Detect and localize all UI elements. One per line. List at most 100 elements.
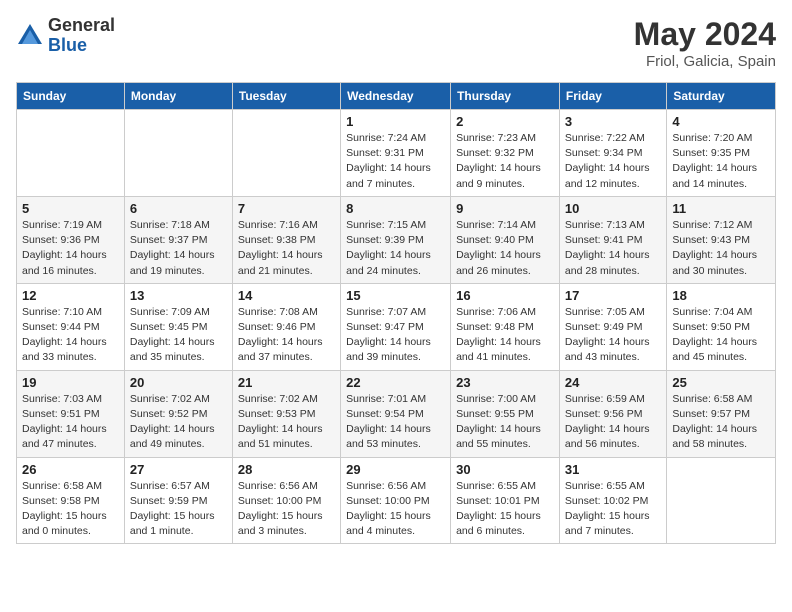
- day-info: Sunrise: 7:15 AM Sunset: 9:39 PM Dayligh…: [346, 218, 445, 279]
- calendar-cell: 22 Sunrise: 7:01 AM Sunset: 9:54 PM Dayli…: [341, 370, 451, 457]
- weekday-header: Wednesday: [341, 83, 451, 110]
- calendar-cell: 24 Sunrise: 6:59 AM Sunset: 9:56 PM Dayli…: [559, 370, 666, 457]
- day-info: Sunrise: 7:16 AM Sunset: 9:38 PM Dayligh…: [238, 218, 335, 279]
- calendar-week-row: 12 Sunrise: 7:10 AM Sunset: 9:44 PM Dayli…: [17, 283, 776, 370]
- day-number: 23: [456, 375, 554, 390]
- day-info: Sunrise: 7:04 AM Sunset: 9:50 PM Dayligh…: [672, 305, 770, 366]
- calendar-cell: 17 Sunrise: 7:05 AM Sunset: 9:49 PM Dayli…: [559, 283, 666, 370]
- logo: General Blue: [16, 16, 115, 56]
- day-info: Sunrise: 6:55 AM Sunset: 10:02 PM Daylig…: [565, 479, 661, 540]
- day-info: Sunrise: 7:14 AM Sunset: 9:40 PM Dayligh…: [456, 218, 554, 279]
- calendar-cell: 20Sunrise: 7:02 AM Sunset: 9:52 PM Dayli…: [124, 370, 232, 457]
- day-number: 10: [565, 201, 661, 216]
- day-info: Sunrise: 7:13 AM Sunset: 9:41 PM Dayligh…: [565, 218, 661, 279]
- logo-general-text: General: [48, 16, 115, 36]
- day-info: Sunrise: 6:58 AM Sunset: 9:58 PM Dayligh…: [22, 479, 119, 540]
- calendar-cell: 3Sunrise: 7:22 AM Sunset: 9:34 PM Daylig…: [559, 110, 666, 197]
- day-number: 2: [456, 114, 554, 129]
- logo-blue-text: Blue: [48, 36, 115, 56]
- calendar-cell: 6 Sunrise: 7:18 AM Sunset: 9:37 PM Daylig…: [124, 196, 232, 283]
- day-number: 25: [672, 375, 770, 390]
- calendar-cell: 21Sunrise: 7:02 AM Sunset: 9:53 PM Dayli…: [232, 370, 340, 457]
- calendar-cell: 4 Sunrise: 7:20 AM Sunset: 9:35 PM Daylig…: [667, 110, 776, 197]
- calendar-cell: 29Sunrise: 6:56 AM Sunset: 10:00 PM Dayl…: [341, 457, 451, 544]
- day-number: 15: [346, 288, 445, 303]
- day-number: 24: [565, 375, 661, 390]
- calendar-cell: 23 Sunrise: 7:00 AM Sunset: 9:55 PM Dayli…: [451, 370, 560, 457]
- day-number: 7: [238, 201, 335, 216]
- calendar-cell: 28Sunrise: 6:56 AM Sunset: 10:00 PM Dayl…: [232, 457, 340, 544]
- calendar-cell: 10 Sunrise: 7:13 AM Sunset: 9:41 PM Dayli…: [559, 196, 666, 283]
- month-year: May 2024: [634, 16, 776, 53]
- day-info: Sunrise: 6:58 AM Sunset: 9:57 PM Dayligh…: [672, 392, 770, 453]
- day-info: Sunrise: 7:01 AM Sunset: 9:54 PM Dayligh…: [346, 392, 445, 453]
- day-info: Sunrise: 7:05 AM Sunset: 9:49 PM Dayligh…: [565, 305, 661, 366]
- day-info: Sunrise: 7:06 AM Sunset: 9:48 PM Dayligh…: [456, 305, 554, 366]
- weekday-header: Monday: [124, 83, 232, 110]
- calendar-body: 1Sunrise: 7:24 AM Sunset: 9:31 PM Daylig…: [17, 110, 776, 544]
- calendar-cell: [667, 457, 776, 544]
- day-number: 4: [672, 114, 770, 129]
- day-info: Sunrise: 7:07 AM Sunset: 9:47 PM Dayligh…: [346, 305, 445, 366]
- day-info: Sunrise: 7:18 AM Sunset: 9:37 PM Dayligh…: [130, 218, 227, 279]
- calendar-week-row: 19 Sunrise: 7:03 AM Sunset: 9:51 PM Dayli…: [17, 370, 776, 457]
- calendar-week-row: 26 Sunrise: 6:58 AM Sunset: 9:58 PM Dayli…: [17, 457, 776, 544]
- calendar-cell: 19 Sunrise: 7:03 AM Sunset: 9:51 PM Dayli…: [17, 370, 125, 457]
- day-number: 16: [456, 288, 554, 303]
- calendar-cell: 7 Sunrise: 7:16 AM Sunset: 9:38 PM Daylig…: [232, 196, 340, 283]
- calendar-cell: [124, 110, 232, 197]
- title-block: May 2024 Friol, Galicia, Spain: [634, 16, 776, 70]
- calendar-cell: 27 Sunrise: 6:57 AM Sunset: 9:59 PM Dayli…: [124, 457, 232, 544]
- day-number: 22: [346, 375, 445, 390]
- calendar-week-row: 1Sunrise: 7:24 AM Sunset: 9:31 PM Daylig…: [17, 110, 776, 197]
- day-number: 27: [130, 462, 227, 477]
- logo-icon: [16, 22, 44, 50]
- page-header: General Blue May 2024 Friol, Galicia, Sp…: [16, 16, 776, 70]
- calendar-cell: 1Sunrise: 7:24 AM Sunset: 9:31 PM Daylig…: [341, 110, 451, 197]
- day-info: Sunrise: 6:57 AM Sunset: 9:59 PM Dayligh…: [130, 479, 227, 540]
- weekday-row: SundayMondayTuesdayWednesdayThursdayFrid…: [17, 83, 776, 110]
- day-number: 31: [565, 462, 661, 477]
- calendar-cell: 31 Sunrise: 6:55 AM Sunset: 10:02 PM Dayl…: [559, 457, 666, 544]
- calendar-cell: 14 Sunrise: 7:08 AM Sunset: 9:46 PM Dayli…: [232, 283, 340, 370]
- day-info: Sunrise: 7:19 AM Sunset: 9:36 PM Dayligh…: [22, 218, 119, 279]
- calendar-cell: 2 Sunrise: 7:23 AM Sunset: 9:32 PM Daylig…: [451, 110, 560, 197]
- day-number: 17: [565, 288, 661, 303]
- day-number: 18: [672, 288, 770, 303]
- day-info: Sunrise: 6:59 AM Sunset: 9:56 PM Dayligh…: [565, 392, 661, 453]
- day-number: 26: [22, 462, 119, 477]
- calendar-table: SundayMondayTuesdayWednesdayThursdayFrid…: [16, 82, 776, 544]
- weekday-header: Thursday: [451, 83, 560, 110]
- calendar-cell: [232, 110, 340, 197]
- calendar-cell: 9 Sunrise: 7:14 AM Sunset: 9:40 PM Daylig…: [451, 196, 560, 283]
- day-number: 13: [130, 288, 227, 303]
- calendar-cell: 11Sunrise: 7:12 AM Sunset: 9:43 PM Dayli…: [667, 196, 776, 283]
- day-number: 6: [130, 201, 227, 216]
- day-number: 11: [672, 201, 770, 216]
- day-info: Sunrise: 7:02 AM Sunset: 9:52 PM Dayligh…: [130, 392, 227, 453]
- day-info: Sunrise: 6:55 AM Sunset: 10:01 PM Daylig…: [456, 479, 554, 540]
- weekday-header: Friday: [559, 83, 666, 110]
- weekday-header: Tuesday: [232, 83, 340, 110]
- day-info: Sunrise: 7:10 AM Sunset: 9:44 PM Dayligh…: [22, 305, 119, 366]
- calendar-cell: 25 Sunrise: 6:58 AM Sunset: 9:57 PM Dayli…: [667, 370, 776, 457]
- day-number: 30: [456, 462, 554, 477]
- calendar-cell: 16 Sunrise: 7:06 AM Sunset: 9:48 PM Dayli…: [451, 283, 560, 370]
- day-info: Sunrise: 7:23 AM Sunset: 9:32 PM Dayligh…: [456, 131, 554, 192]
- day-info: Sunrise: 7:22 AM Sunset: 9:34 PM Dayligh…: [565, 131, 661, 192]
- day-number: 9: [456, 201, 554, 216]
- day-info: Sunrise: 7:08 AM Sunset: 9:46 PM Dayligh…: [238, 305, 335, 366]
- calendar-cell: 13Sunrise: 7:09 AM Sunset: 9:45 PM Dayli…: [124, 283, 232, 370]
- day-number: 21: [238, 375, 335, 390]
- calendar-cell: 18 Sunrise: 7:04 AM Sunset: 9:50 PM Dayli…: [667, 283, 776, 370]
- day-info: Sunrise: 6:56 AM Sunset: 10:00 PM Daylig…: [238, 479, 335, 540]
- day-number: 14: [238, 288, 335, 303]
- day-number: 12: [22, 288, 119, 303]
- logo-text: General Blue: [48, 16, 115, 56]
- day-info: Sunrise: 7:03 AM Sunset: 9:51 PM Dayligh…: [22, 392, 119, 453]
- calendar-cell: 26 Sunrise: 6:58 AM Sunset: 9:58 PM Dayli…: [17, 457, 125, 544]
- day-number: 29: [346, 462, 445, 477]
- day-info: Sunrise: 7:20 AM Sunset: 9:35 PM Dayligh…: [672, 131, 770, 192]
- day-info: Sunrise: 7:00 AM Sunset: 9:55 PM Dayligh…: [456, 392, 554, 453]
- day-number: 19: [22, 375, 119, 390]
